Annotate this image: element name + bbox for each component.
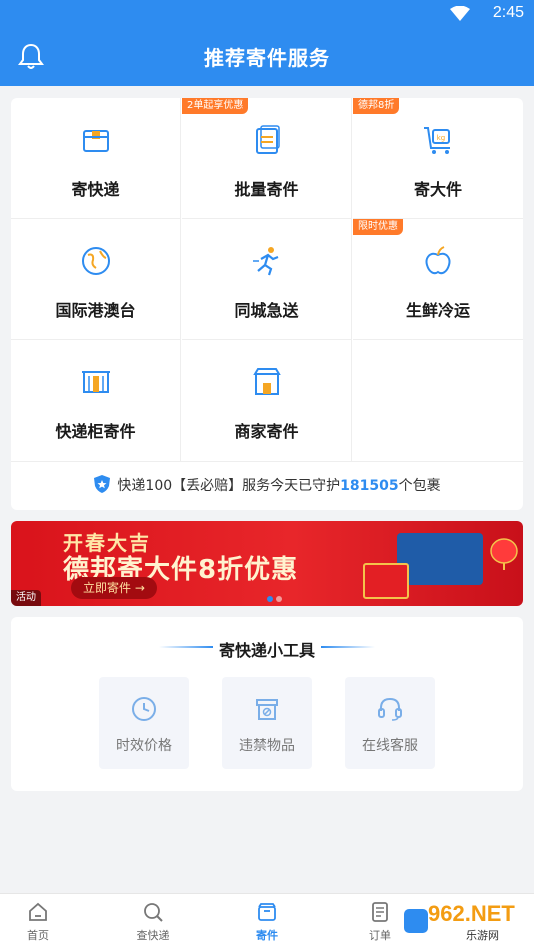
watermark-logo bbox=[404, 909, 428, 933]
empty-cell bbox=[353, 340, 523, 461]
service-cold-chain[interactable]: 限时优惠 生鲜冷运 bbox=[353, 219, 523, 340]
service-large-item[interactable]: 德邦8折 kg 寄大件 bbox=[353, 98, 523, 219]
service-label: 商家寄件 bbox=[234, 422, 299, 441]
service-grid-card: 寄快递 2单起享优惠 批量寄件 德邦8折 kg 寄大件 国际港澳台 同城急送 限… bbox=[11, 98, 523, 510]
tool-delivery-price[interactable]: 时效价格 bbox=[99, 677, 189, 769]
carousel-dots bbox=[267, 587, 285, 606]
tools-card: 寄快递小工具 时效价格 违禁物品 在线客服 bbox=[11, 617, 523, 791]
tools-section-title: 寄快递小工具 bbox=[11, 637, 523, 661]
guarantee-notice: 快递100【丢必赔】服务今天已守护181505个包裹 bbox=[11, 474, 523, 495]
locker-icon bbox=[81, 371, 110, 393]
runner-icon bbox=[252, 247, 278, 276]
storefront-icon bbox=[252, 368, 281, 395]
service-grid: 寄快递 2单起享优惠 批量寄件 德邦8折 kg 寄大件 国际港澳台 同城急送 限… bbox=[11, 98, 523, 462]
service-label: 快递柜寄件 bbox=[55, 422, 136, 441]
status-bar: 2:45 bbox=[0, 0, 534, 28]
tool-label: 违禁物品 bbox=[239, 738, 295, 754]
tab-label: 寄件 bbox=[256, 929, 278, 942]
gift-box-image bbox=[363, 563, 409, 599]
promo-badge: 德邦8折 bbox=[353, 98, 400, 114]
promo-badge: 限时优惠 bbox=[353, 219, 403, 235]
carousel-dot-active[interactable] bbox=[267, 596, 273, 602]
guarantee-count: 181505 bbox=[340, 478, 399, 494]
parcel-box-image bbox=[397, 533, 483, 585]
tab-send[interactable]: 寄件 bbox=[207, 894, 327, 949]
service-label: 生鲜冷运 bbox=[405, 301, 470, 320]
service-express[interactable]: 寄快递 bbox=[11, 98, 181, 219]
promo-badge: 2单起享优惠 bbox=[182, 98, 249, 114]
tab-home[interactable]: 首页 bbox=[0, 894, 98, 949]
shield-icon bbox=[94, 475, 111, 493]
tool-label: 在线客服 bbox=[362, 738, 418, 754]
bottom-tab-bar: 首页 查快递 寄件 订单 962.NET 乐游网 bbox=[0, 893, 534, 949]
lantern-icon bbox=[490, 538, 518, 570]
page-title: 推荐寄件服务 bbox=[204, 46, 330, 70]
app-header: 推荐寄件服务 bbox=[0, 28, 534, 86]
document-stack-icon bbox=[255, 125, 280, 154]
divider bbox=[11, 461, 523, 462]
search-icon bbox=[144, 903, 163, 922]
tool-prohibited-items[interactable]: 违禁物品 bbox=[222, 677, 312, 769]
order-list-icon bbox=[372, 902, 388, 922]
promo-banner[interactable]: 开春大吉 德邦寄大件8折优惠 立即寄件 → 活动 bbox=[11, 521, 523, 606]
service-label: 国际港澳台 bbox=[55, 301, 136, 320]
home-icon bbox=[29, 902, 47, 921]
tool-customer-service[interactable]: 在线客服 bbox=[345, 677, 435, 769]
clock-icon bbox=[132, 697, 156, 721]
watermark-brand: 962.NET bbox=[428, 901, 515, 926]
cart-kg-icon: kg bbox=[424, 127, 450, 154]
tab-label: 首页 bbox=[27, 929, 49, 942]
activity-tag: 活动 bbox=[11, 590, 41, 606]
site-watermark: 962.NET 乐游网 bbox=[400, 899, 530, 945]
apple-icon bbox=[425, 246, 451, 275]
svg-text:kg: kg bbox=[437, 134, 446, 142]
wifi-icon bbox=[450, 6, 470, 21]
service-label: 寄大件 bbox=[413, 180, 462, 199]
globe-icon bbox=[81, 247, 110, 275]
carousel-dot[interactable] bbox=[276, 596, 282, 602]
watermark-sub: 乐游网 bbox=[466, 929, 499, 942]
service-merchant[interactable]: 商家寄件 bbox=[182, 340, 352, 461]
tools-title-text: 寄快递小工具 bbox=[218, 641, 315, 660]
banner-cta-button[interactable]: 立即寄件 → bbox=[71, 577, 157, 599]
package-icon bbox=[82, 130, 109, 152]
headset-icon bbox=[378, 697, 402, 721]
guarantee-prefix: 快递100【丢必赔】服务今天已守护 bbox=[117, 478, 341, 494]
service-locker[interactable]: 快递柜寄件 bbox=[11, 340, 181, 461]
tool-label: 时效价格 bbox=[116, 738, 172, 754]
prohibited-box-icon bbox=[256, 699, 278, 720]
title-decoration-left bbox=[159, 646, 213, 648]
send-box-icon bbox=[258, 903, 276, 921]
tab-label: 查快递 bbox=[136, 929, 170, 942]
status-time: 2:45 bbox=[492, 4, 524, 21]
service-same-city[interactable]: 同城急送 bbox=[182, 219, 352, 340]
service-batch[interactable]: 2单起享优惠 批量寄件 bbox=[182, 98, 352, 219]
tab-track[interactable]: 查快递 bbox=[93, 894, 213, 949]
service-international[interactable]: 国际港澳台 bbox=[11, 219, 181, 340]
guarantee-suffix: 个包裹 bbox=[398, 478, 441, 494]
service-label: 寄快递 bbox=[71, 180, 120, 199]
service-label: 批量寄件 bbox=[234, 180, 299, 199]
service-label: 同城急送 bbox=[234, 301, 299, 320]
title-decoration-right bbox=[321, 646, 375, 648]
